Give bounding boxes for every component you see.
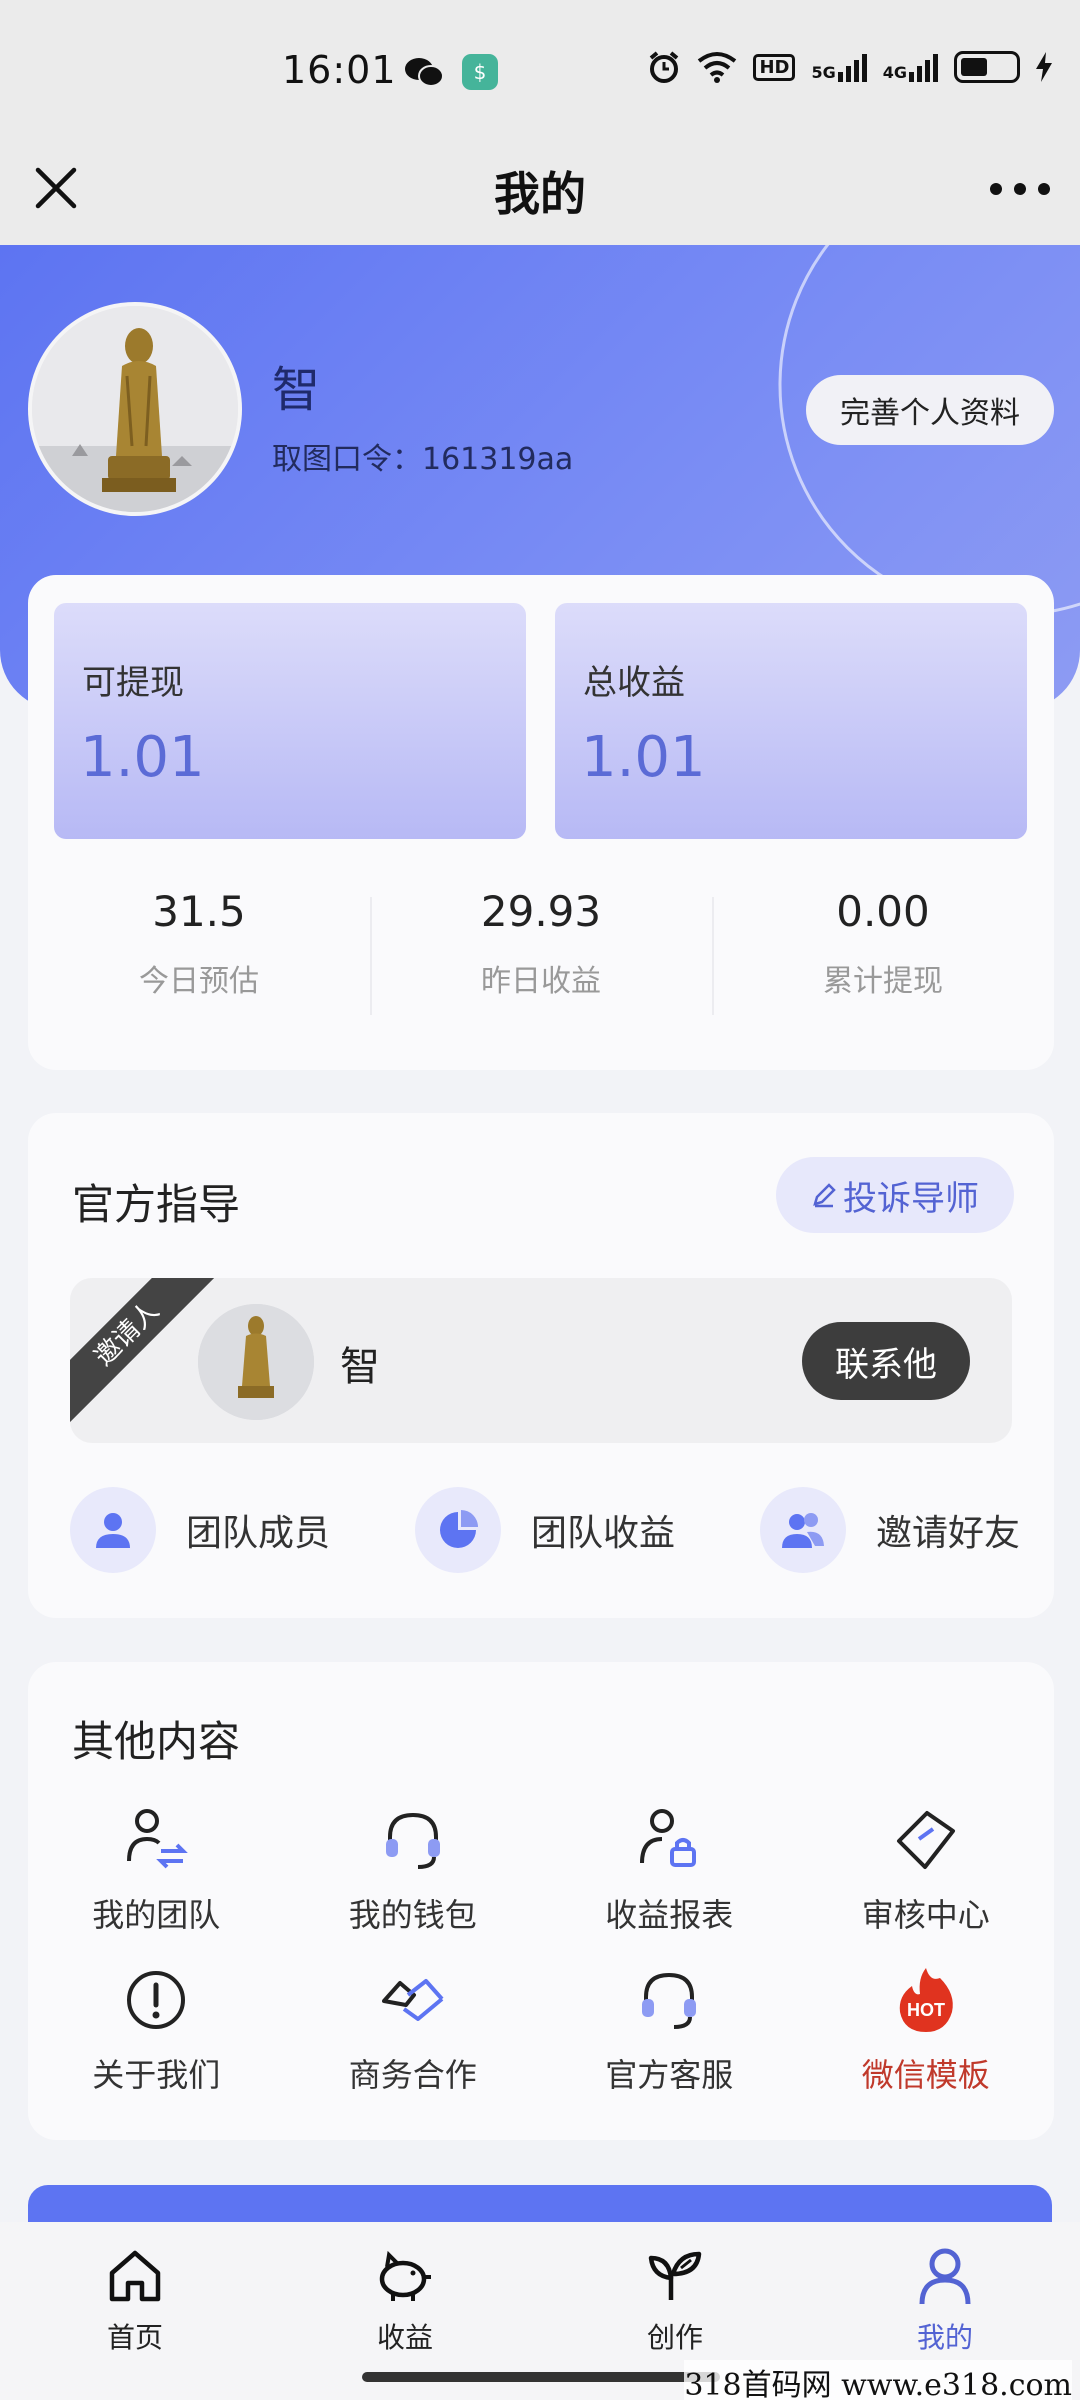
svg-text:HOT: HOT: [907, 2000, 945, 2020]
sprout-icon: [643, 2244, 707, 2308]
withdrawable-box[interactable]: 可提现 1.01: [54, 603, 526, 839]
official-guidance-card: 官方指导 投诉导师 邀请人 智 联系他 团队成员 团队收益 邀请好友: [28, 1113, 1054, 1618]
withdrawable-label: 可提现: [82, 663, 184, 703]
inviter-row: 邀请人 智 联系他: [70, 1278, 1012, 1443]
statue-image: [32, 306, 238, 512]
user-lock-icon: [631, 1802, 707, 1878]
user-code: 取图口令：161319aa: [272, 442, 574, 477]
battery-icon: [954, 51, 1020, 83]
more-options-button[interactable]: [990, 174, 1050, 204]
hot-fire-icon: HOT: [888, 1962, 964, 2038]
statue-image: [198, 1304, 314, 1420]
status-bar: 16:01 $ HD 5G 4G: [0, 0, 1080, 140]
edit-icon: [813, 1183, 836, 1208]
signal-4g-icon: 4G: [883, 52, 938, 82]
official-support-item[interactable]: 官方客服: [541, 1962, 798, 2096]
inviter-avatar[interactable]: [198, 1304, 314, 1420]
wechat-notification-icon: [404, 55, 444, 89]
signal-5g-icon: 5G: [811, 52, 867, 82]
inviter-name: 智: [340, 1344, 380, 1390]
section-title: 其他内容: [72, 1717, 241, 1766]
today-estimate-stat: 31.5 今日预估: [139, 887, 259, 999]
home-indicator[interactable]: [362, 2372, 720, 2382]
review-center-item[interactable]: 审核中心: [798, 1802, 1055, 1936]
user-avatar[interactable]: [28, 302, 242, 516]
status-time: 16:01: [282, 48, 397, 92]
headset-icon: [375, 1802, 451, 1878]
section-title: 官方指导: [72, 1180, 241, 1229]
my-team-item[interactable]: 我的团队: [28, 1802, 285, 1936]
info-icon: [118, 1962, 194, 2038]
edit-profile-button[interactable]: 完善个人资料: [806, 375, 1054, 445]
business-cooperation-item[interactable]: 商务合作: [285, 1962, 542, 2096]
yesterday-earnings-stat: 29.93 昨日收益: [370, 885, 712, 1015]
pie-chart-icon: [414, 1487, 501, 1573]
handshake-icon: [375, 1962, 451, 2038]
earnings-card: 可提现 1.01 总收益 1.01 31.5 今日预估 29.93 昨日收益 0…: [28, 575, 1054, 1070]
page-title: 我的: [494, 167, 586, 221]
invite-friends-item[interactable]: 邀请好友: [759, 1485, 1020, 1575]
user-name: 智: [272, 362, 321, 418]
hd-badge: HD: [753, 53, 796, 81]
inviter-ribbon: 邀请人: [70, 1278, 217, 1424]
dot-icon: [1014, 183, 1026, 195]
my-wallet-item[interactable]: 我的钱包: [285, 1802, 542, 1936]
dot-icon: [1038, 183, 1050, 195]
dot-icon: [990, 183, 1002, 195]
contact-button[interactable]: 联系他: [802, 1322, 970, 1400]
team-earnings-item[interactable]: 团队收益: [414, 1485, 675, 1575]
alarm-icon: [650, 51, 679, 83]
complain-mentor-button[interactable]: 投诉导师: [776, 1157, 1014, 1233]
wechat-template-item[interactable]: HOT 微信模板: [798, 1962, 1055, 2096]
wifi-icon: [698, 52, 737, 83]
team-swap-icon: [118, 1802, 194, 1878]
user-icon: [913, 2244, 977, 2308]
other-content-card: 其他内容 我的团队 我的钱包 收益报表 审核中心 关于我们 商务合作 官方客服 …: [28, 1662, 1054, 2140]
watermark: 318首码网 www.e318.com: [684, 2360, 1072, 2400]
total-earnings-label: 总收益: [583, 663, 685, 703]
mini-stats: 31.5 今日预估 29.93 昨日收益 0.00 累计提现: [28, 885, 1054, 1015]
withdrawable-value: 1.01: [80, 725, 205, 790]
money-app-icon: $: [462, 54, 498, 90]
tag-icon: [888, 1802, 964, 1878]
home-icon: [103, 2244, 167, 2308]
earnings-report-item[interactable]: 收益报表: [541, 1802, 798, 1936]
total-earnings-box[interactable]: 总收益 1.01: [555, 603, 1027, 839]
charging-icon: [1036, 52, 1052, 82]
team-row: 团队成员 团队收益 邀请好友: [70, 1485, 1020, 1575]
title-bar: 我的: [0, 140, 1080, 245]
team-members-item[interactable]: 团队成员: [70, 1485, 330, 1575]
people-icon: [759, 1487, 846, 1573]
about-us-item[interactable]: 关于我们: [28, 1962, 285, 2096]
total-earnings-value: 1.01: [581, 725, 706, 790]
feature-grid: 我的团队 我的钱包 收益报表 审核中心 关于我们 商务合作 官方客服 HOT 微…: [28, 1802, 1054, 2096]
person-icon: [70, 1487, 156, 1573]
piggy-bank-icon: [373, 2244, 437, 2308]
nav-home[interactable]: 首页: [0, 2222, 270, 2400]
headset-icon: [631, 1962, 707, 2038]
total-withdrawn-stat: 0.00 累计提现: [712, 885, 1054, 1015]
